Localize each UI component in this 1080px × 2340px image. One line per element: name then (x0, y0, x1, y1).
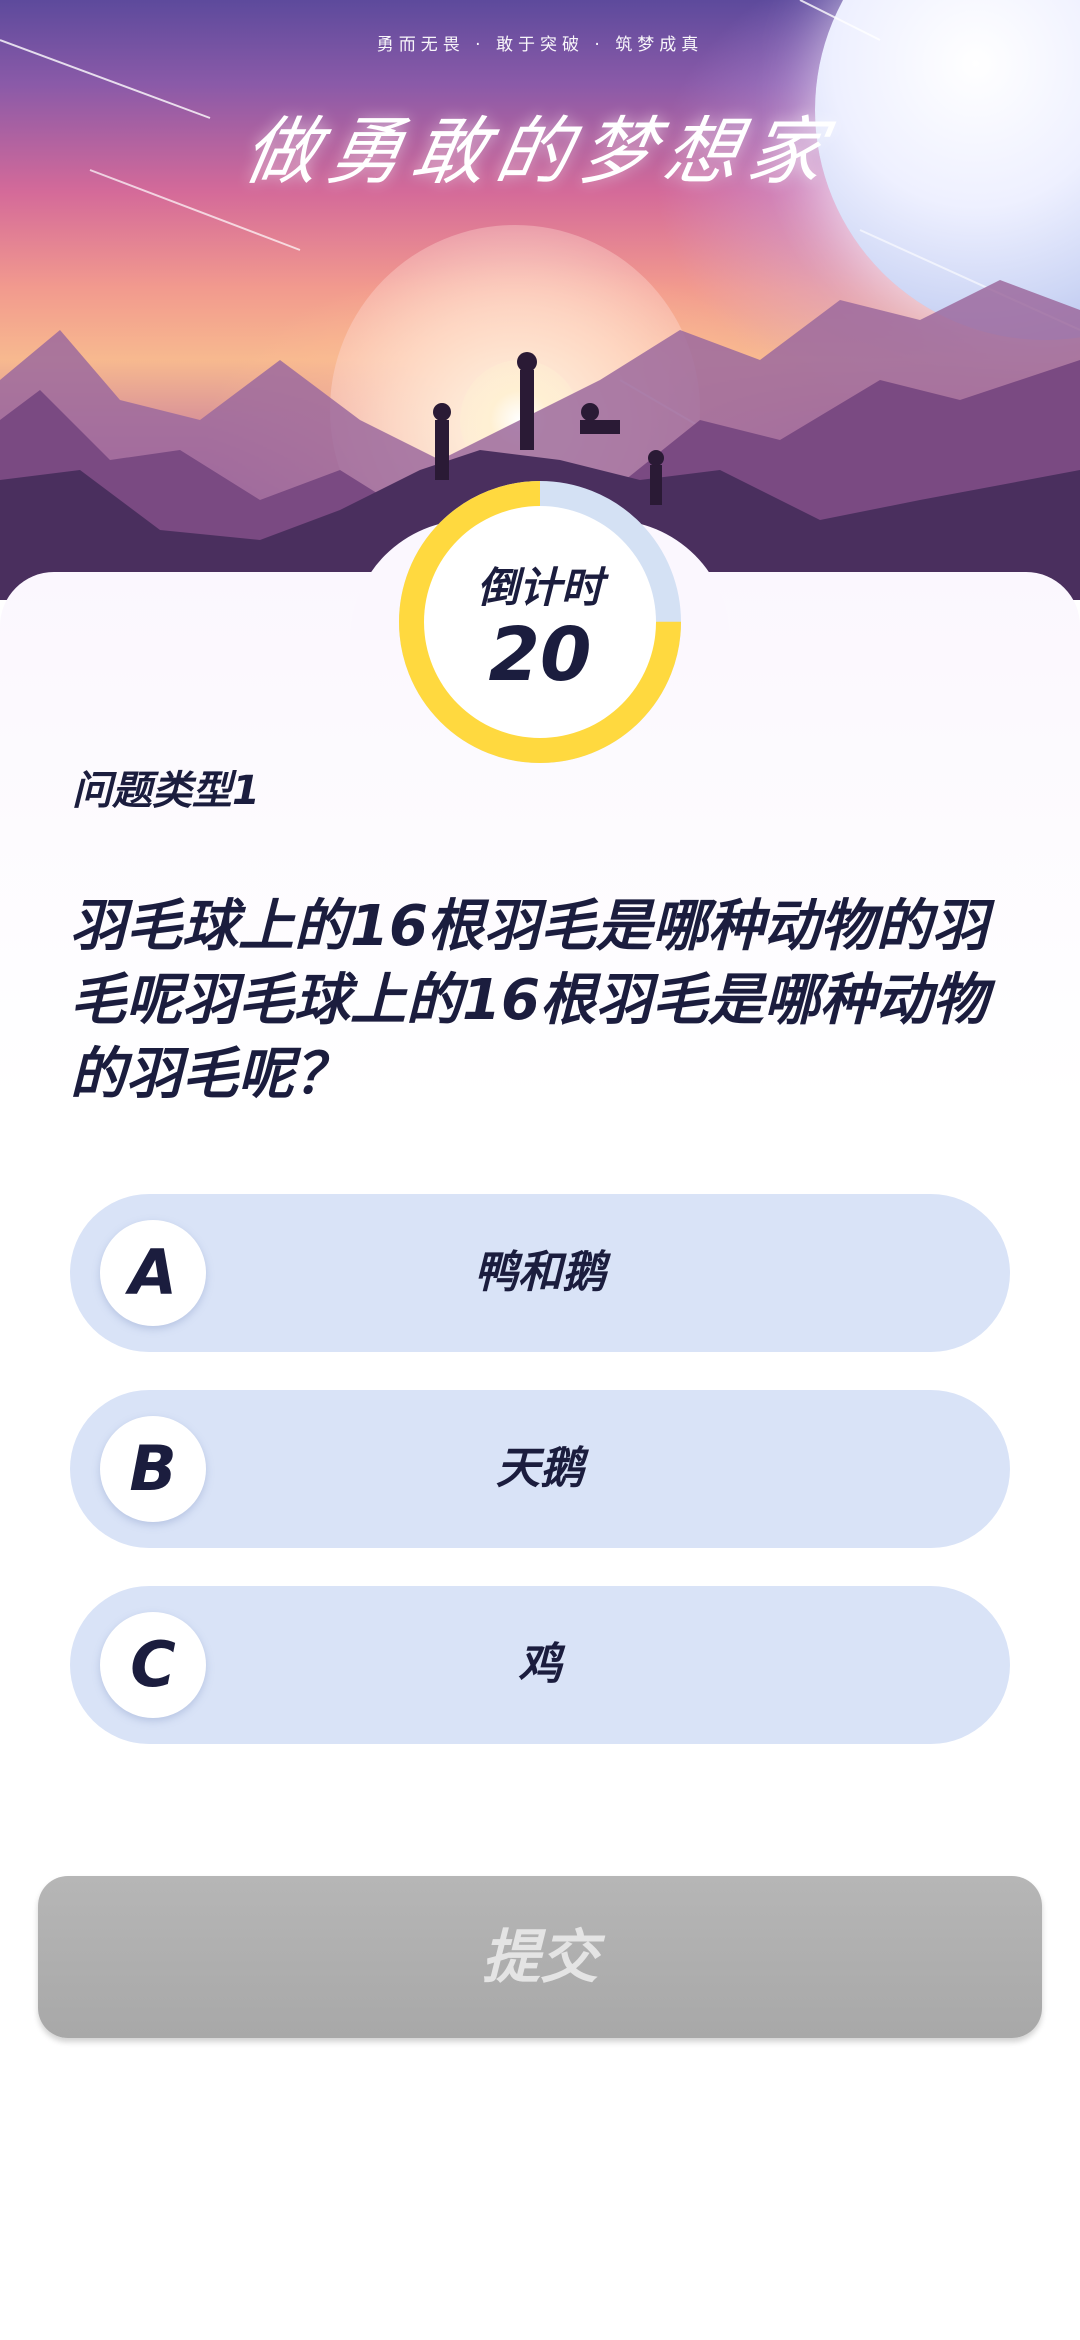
hero-slogan: 勇而无畏 · 敢于突破 · 筑梦成真 (376, 35, 704, 55)
option-c-button[interactable]: C 鸡 (70, 1586, 1010, 1744)
hero-title: 做勇敢的梦想家 (237, 109, 841, 195)
submit-button[interactable]: 提交 (38, 1876, 1042, 2038)
option-label: 鸡 (518, 1639, 562, 1690)
countdown-seconds: 20 (488, 612, 592, 698)
option-b-button[interactable]: B 天鹅 (70, 1390, 1010, 1548)
question-text: 羽毛球上的16根羽毛是哪种动物的羽毛呢羽毛球上的16根羽毛是哪种动物的羽毛呢？ (70, 894, 988, 1107)
option-label: 天鹅 (496, 1443, 584, 1494)
question-type: 问题类型1 (72, 768, 260, 814)
countdown-timer: 倒计时 20 (380, 462, 700, 782)
option-a-button[interactable]: A 鸭和鹅 (70, 1194, 1010, 1352)
option-label: 鸭和鹅 (474, 1247, 606, 1298)
countdown-label: 倒计时 (476, 563, 603, 612)
